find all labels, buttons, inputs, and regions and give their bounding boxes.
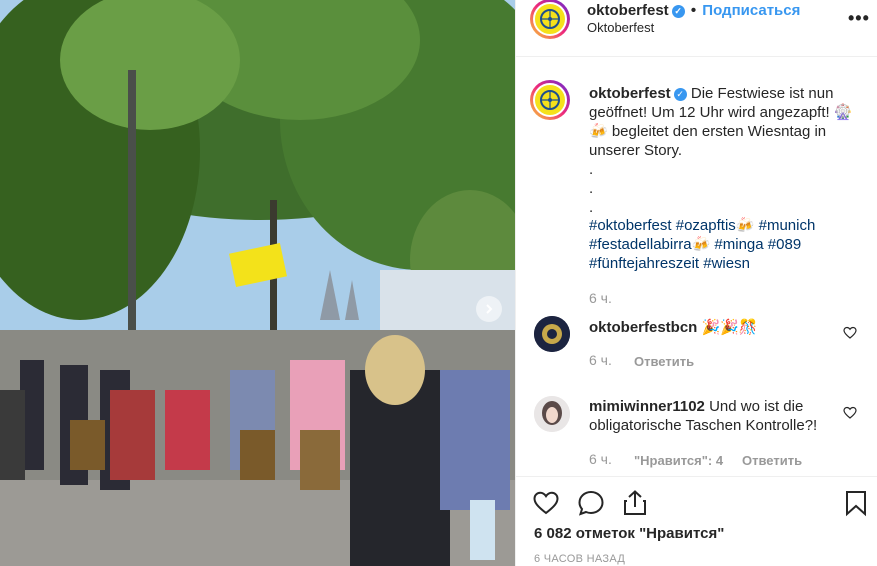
post-details-panel: oktoberfest ✓ • Подписаться Oktoberfest •… <box>515 0 877 566</box>
heart-icon[interactable] <box>532 489 560 517</box>
likes-count[interactable]: 6 082 отметок "Нравится" <box>534 525 724 542</box>
comment-avatar[interactable] <box>534 316 570 352</box>
comment-text: 🎉🎉🎊 <box>701 319 758 336</box>
location-link[interactable]: Oktoberfest <box>587 20 654 35</box>
caption-avatar[interactable] <box>530 80 570 120</box>
ferris-wheel-logo-icon <box>540 9 560 29</box>
trees-image <box>0 0 515 360</box>
caption-dot: . <box>589 199 594 216</box>
caption-dot: . <box>589 180 594 197</box>
comment-like-heart-icon[interactable] <box>843 326 857 340</box>
crowd-image <box>0 330 515 566</box>
comment-item: mimiwinner1102 Und wo ist die obligatori… <box>589 397 839 435</box>
crest-avatar-icon <box>534 316 570 352</box>
follow-button[interactable]: Подписаться <box>702 2 800 19</box>
reply-button[interactable]: Ответить <box>742 453 802 468</box>
post-actions: 6 082 отметок "Нравится" 6 ЧАСОВ НАЗАД <box>516 476 877 566</box>
bookmark-icon[interactable] <box>842 489 870 517</box>
comment-like-heart-icon[interactable] <box>843 406 857 420</box>
comment-likes-count[interactable]: "Нравится": 4 <box>634 453 723 468</box>
profile-photo-avatar-icon <box>534 396 570 432</box>
reply-button[interactable]: Ответить <box>634 354 694 369</box>
author-username[interactable]: oktoberfest <box>587 2 669 19</box>
comment-username[interactable]: oktoberfestbcn <box>589 319 697 336</box>
post-header: oktoberfest ✓ • Подписаться Oktoberfest •… <box>516 0 877 57</box>
hashtag-link[interactable]: #ozapftis🍻 <box>676 217 755 234</box>
next-image-button[interactable] <box>476 296 502 322</box>
ferris-wheel-logo-icon <box>540 90 560 110</box>
comment-timestamp[interactable]: 6 ч. <box>589 451 612 467</box>
post-photo[interactable] <box>0 0 515 566</box>
caption-dot: . <box>589 161 594 178</box>
caption-username[interactable]: oktoberfest <box>589 85 671 102</box>
comment-timestamp[interactable]: 6 ч. <box>589 352 612 368</box>
comment-icon[interactable] <box>577 489 605 517</box>
separator: • <box>690 2 697 19</box>
chevron-right-icon <box>486 304 493 314</box>
post-caption: oktoberfest ✓ Die Festwiese ist nun geöff… <box>589 84 864 217</box>
comment-avatar[interactable] <box>534 396 570 432</box>
hashtag-link[interactable]: #fünftejahreszeit <box>589 255 699 272</box>
comment-username[interactable]: mimiwinner1102 <box>589 398 705 415</box>
avatar[interactable] <box>530 0 570 39</box>
comment-item: oktoberfestbcn 🎉🎉🎊 <box>589 318 839 337</box>
hashtag-link[interactable]: #oktoberfest <box>589 217 672 234</box>
verified-badge-icon: ✓ <box>673 88 687 101</box>
share-icon[interactable] <box>621 489 649 517</box>
post-time-ago[interactable]: 6 ЧАСОВ НАЗАД <box>534 553 625 565</box>
hashtag-link[interactable]: #089 <box>768 236 801 253</box>
hashtag-link[interactable]: #festadellabirra🍻 <box>589 236 710 253</box>
post-author: oktoberfest ✓ • Подписаться <box>587 2 800 19</box>
caption-timestamp[interactable]: 6 ч. <box>589 290 612 306</box>
hashtag-link[interactable]: #minga <box>714 236 763 253</box>
hashtag-list: #oktoberfest #ozapftis🍻 #munich #festade… <box>589 216 864 273</box>
hashtag-link[interactable]: #wiesn <box>703 255 750 272</box>
hashtag-link[interactable]: #munich <box>759 217 816 234</box>
more-options-icon[interactable]: ••• <box>848 8 870 29</box>
verified-badge-icon: ✓ <box>671 5 685 18</box>
